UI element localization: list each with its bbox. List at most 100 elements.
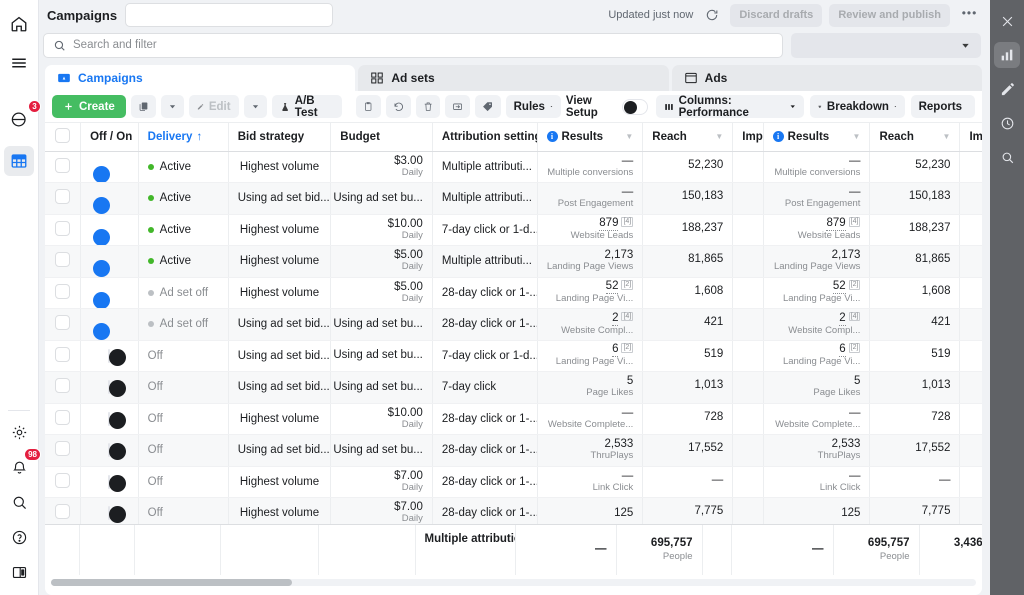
columns-button[interactable]: Columns: Performance (656, 95, 805, 118)
row-checkbox[interactable] (55, 347, 70, 362)
header-bid-strategy[interactable]: Bid strategy (228, 123, 331, 151)
table-row[interactable]: OffHighest volume$10.00Daily28-day click… (45, 403, 982, 435)
row-select-cell[interactable] (45, 340, 81, 372)
row-checkbox[interactable] (55, 221, 70, 236)
chevron-down-icon[interactable]: ▼ (943, 132, 951, 141)
tab-ads[interactable]: Ads (672, 65, 982, 91)
magnifier-icon[interactable] (994, 144, 1020, 170)
horizontal-scrollbar[interactable] (45, 575, 982, 589)
row-toggle-cell[interactable] (81, 435, 139, 467)
account-selector-field[interactable] (125, 3, 333, 27)
header-results-1[interactable]: i Results ▼ (537, 123, 643, 151)
row-toggle[interactable] (108, 380, 110, 394)
row-checkbox[interactable] (55, 284, 70, 299)
header-impressions-2[interactable]: Impressions ▼ (960, 123, 982, 151)
table-row[interactable]: OffUsing ad set bid...Using ad set bu...… (45, 435, 982, 467)
gear-icon[interactable] (4, 417, 34, 447)
chevron-down-icon[interactable]: ▼ (715, 132, 723, 141)
campaigns-table-scroll[interactable]: Off / On Delivery ↑ Bid strategy Budget … (45, 123, 982, 524)
view-setup-switch[interactable] (622, 99, 647, 115)
account-icon[interactable]: 3 (4, 104, 34, 134)
row-toggle[interactable] (108, 506, 110, 520)
info-icon[interactable]: i (773, 131, 784, 142)
duplicate-button[interactable] (131, 95, 156, 118)
row-select-cell[interactable] (45, 214, 81, 246)
row-select-cell[interactable] (45, 372, 81, 404)
edit-button[interactable]: Edit (189, 95, 239, 118)
row-select-cell[interactable] (45, 309, 81, 341)
export-button[interactable] (445, 95, 470, 118)
row-toggle[interactable] (108, 475, 110, 489)
row-toggle-cell[interactable] (81, 498, 139, 525)
row-toggle[interactable] (108, 412, 110, 426)
copy-button[interactable] (356, 95, 380, 118)
close-icon[interactable] (994, 8, 1020, 34)
row-select-cell[interactable] (45, 498, 81, 525)
tab-campaigns[interactable]: Campaigns (45, 65, 355, 91)
row-select-cell[interactable] (45, 183, 81, 215)
row-checkbox[interactable] (55, 252, 70, 267)
more-options-button[interactable]: ••• (957, 4, 982, 27)
table-row[interactable]: ActiveHighest volume$3.00DailyMultiple a… (45, 151, 982, 183)
table-row[interactable]: OffHighest volume$7.00Daily28-day click … (45, 498, 982, 525)
search-input[interactable]: Search and filter (43, 33, 783, 58)
row-checkbox[interactable] (55, 315, 70, 330)
header-off-on[interactable]: Off / On (81, 123, 139, 151)
header-impressions-partial[interactable]: Impre (733, 123, 763, 151)
row-toggle-cell[interactable] (81, 246, 139, 278)
scrollbar-thumb[interactable] (51, 579, 292, 586)
delete-button[interactable] (416, 95, 440, 118)
table-row[interactable]: ActiveUsing ad set bid...Using ad set bu… (45, 183, 982, 215)
row-select-cell[interactable] (45, 246, 81, 278)
header-attribution[interactable]: Attribution setting (432, 123, 537, 151)
pencil-icon[interactable] (994, 76, 1020, 102)
row-checkbox[interactable] (55, 473, 70, 488)
table-row[interactable]: OffHighest volume$7.00Daily28-day click … (45, 466, 982, 498)
row-checkbox[interactable] (55, 189, 70, 204)
duplicate-caret-button[interactable] (161, 95, 184, 118)
undo-button[interactable] (386, 95, 411, 118)
scrollbar-track[interactable] (51, 579, 976, 586)
select-all-checkbox[interactable] (55, 128, 70, 143)
table-row[interactable]: ActiveHighest volume$10.00Daily7-day cli… (45, 214, 982, 246)
view-setup-toggle[interactable]: View Setup (566, 95, 650, 119)
reports-button[interactable]: Reports (911, 95, 975, 118)
table-icon[interactable] (4, 146, 34, 176)
chevron-down-icon[interactable]: ▼ (625, 132, 633, 141)
row-select-cell[interactable] (45, 277, 81, 309)
row-checkbox[interactable] (55, 441, 70, 456)
chevron-down-icon[interactable]: ▼ (853, 132, 861, 141)
row-toggle-cell[interactable] (81, 183, 139, 215)
header-delivery[interactable]: Delivery ↑ (138, 123, 228, 151)
chart-icon[interactable] (994, 42, 1020, 68)
info-icon[interactable]: i (547, 131, 558, 142)
row-checkbox[interactable] (55, 410, 70, 425)
row-select-cell[interactable] (45, 151, 81, 183)
table-row[interactable]: Ad set offUsing ad set bid...Using ad se… (45, 309, 982, 341)
tab-adsets[interactable]: Ad sets (358, 65, 668, 91)
row-toggle[interactable] (108, 443, 110, 457)
discard-drafts-button[interactable]: Discard drafts (730, 4, 822, 27)
row-checkbox[interactable] (55, 158, 70, 173)
date-range-selector[interactable] (791, 33, 981, 58)
row-toggle-cell[interactable] (81, 466, 139, 498)
refresh-icon[interactable] (700, 4, 723, 27)
rules-button[interactable]: Rules (506, 95, 561, 118)
tag-button[interactable] (475, 95, 500, 118)
header-budget[interactable]: Budget (331, 123, 433, 151)
row-toggle-cell[interactable] (81, 277, 139, 309)
row-select-cell[interactable] (45, 435, 81, 467)
row-toggle[interactable] (108, 349, 110, 363)
help-icon[interactable] (4, 522, 34, 552)
header-reach-2[interactable]: Reach ▼ (870, 123, 960, 151)
clock-icon[interactable] (994, 110, 1020, 136)
bell-icon[interactable]: 98 (4, 452, 34, 482)
row-toggle-cell[interactable] (81, 151, 139, 183)
search-icon[interactable] (4, 487, 34, 517)
row-toggle-cell[interactable] (81, 340, 139, 372)
breakdown-button[interactable]: Breakdown (810, 95, 904, 118)
header-results-2[interactable]: i Results ▼ (763, 123, 870, 151)
create-button[interactable]: Create (52, 95, 126, 118)
review-and-publish-button[interactable]: Review and publish (829, 4, 950, 27)
table-row[interactable]: ActiveHighest volume$5.00DailyMultiple a… (45, 246, 982, 278)
